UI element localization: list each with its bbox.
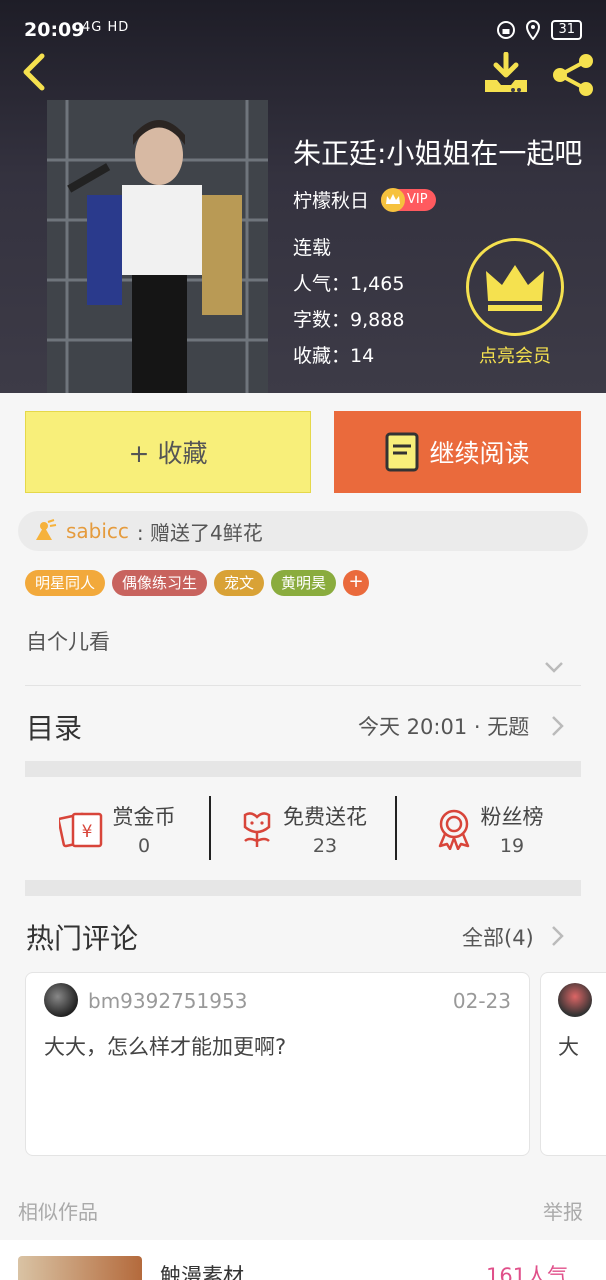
word-count-value: 9,888 (350, 309, 405, 331)
crown-icon (381, 187, 406, 212)
tag-list: 明星同人 偶像练习生 宠文 黄明昊 + (25, 570, 370, 596)
status-bar: 20:09 4G HD 31 (0, 0, 606, 44)
continue-reading-button[interactable]: 继续阅读 (334, 411, 581, 493)
free-flowers-button[interactable]: 免费送花 23 (211, 796, 395, 862)
serial-status: 连载 (293, 237, 332, 259)
vip-label: VIP (407, 192, 428, 207)
fan-ranking-label: 粉丝榜 (480, 805, 544, 829)
comment-username: bm9392751953 (88, 989, 248, 1013)
book-header: 20:09 4G HD 31 朱正廷:小姐姐在一起吧 柠檬秋日 VIP 连载 人… (0, 0, 606, 393)
gift-text: : 赠送了4鲜花 (136, 520, 263, 545)
flower-icon (243, 812, 271, 847)
popularity-label: 人气： (293, 273, 351, 295)
status-icons: 31 (497, 20, 582, 40)
medal-icon (438, 809, 469, 850)
chevron-right-icon[interactable] (550, 715, 564, 737)
reward-coins-button[interactable]: ¥ 赏金币 0 (25, 796, 209, 862)
comment-card[interactable]: bm9392751953 02-23 大大，怎么样才能加更啊? (25, 972, 530, 1156)
svg-text:¥: ¥ (81, 822, 92, 842)
similar-work-thumbnail (18, 1256, 142, 1280)
avatar[interactable] (558, 983, 592, 1017)
free-flowers-label: 免费送花 (283, 805, 367, 829)
fan-ranking-value: 19 (499, 835, 525, 857)
comment-date: 02-23 (452, 989, 511, 1013)
lock-icon (497, 21, 516, 39)
member-label: 点亮会员 (479, 346, 551, 367)
favorites-value: 14 (350, 345, 375, 367)
reward-coin-icon: ¥ (58, 812, 102, 848)
reward-coins-label: 赏金币 (112, 805, 176, 829)
section-divider (25, 761, 581, 777)
author-name[interactable]: 柠檬秋日 (293, 186, 369, 213)
location-icon (526, 20, 541, 40)
popularity-stat: 人气：1,465 (293, 269, 404, 296)
continue-reading-label: 继续阅读 (429, 439, 530, 468)
flower-gift-icon (36, 519, 57, 540)
battery-icon: 31 (551, 20, 582, 40)
hot-comments-title: 热门评论 (26, 922, 139, 955)
download-icon[interactable] (483, 52, 529, 96)
tag[interactable]: 偶像练习生 (112, 570, 208, 596)
tag[interactable]: 明星同人 (25, 570, 106, 596)
divider (25, 685, 581, 686)
similar-work-name: 触漫素材 (160, 1264, 244, 1280)
similar-work-popularity: 161人气 (486, 1264, 569, 1280)
reward-coins-text: 赏金币 0 (113, 801, 176, 857)
fan-ranking-text: 粉丝榜 19 (481, 801, 544, 857)
comment-body: 大大，怎么样才能加更啊? (44, 1035, 287, 1059)
section-divider (25, 880, 581, 896)
member-button[interactable]: 点亮会员 (466, 238, 566, 368)
add-tag-button[interactable]: + (343, 570, 370, 596)
crown-icon (486, 265, 544, 311)
toc-title: 目录 (26, 712, 83, 745)
gift-user[interactable]: sabicc (66, 519, 129, 543)
add-favorite-label: + 收藏 (128, 439, 208, 468)
chevron-right-icon[interactable] (550, 925, 564, 947)
back-icon[interactable] (16, 52, 52, 92)
status-time: 20:09 (24, 19, 85, 41)
avatar[interactable] (44, 983, 78, 1017)
add-favorite-button[interactable]: + 收藏 (25, 411, 311, 493)
favorites-label: 收藏： (293, 345, 351, 367)
word-count-label: 字数： (293, 309, 351, 331)
fan-ranking-button[interactable]: 粉丝榜 19 (397, 796, 581, 862)
network-indicator: 4G HD (82, 20, 130, 35)
all-comments-link[interactable]: 全部(4) (462, 922, 534, 952)
similar-works-title: 相似作品 (18, 1200, 98, 1224)
comment-body: 大 (558, 1035, 579, 1059)
share-icon[interactable] (550, 52, 596, 98)
popularity-value: 1,465 (350, 273, 405, 295)
book-detail-screen: 20:09 4G HD 31 朱正廷:小姐姐在一起吧 柠檬秋日 VIP 连载 人… (0, 0, 606, 1280)
similar-work-item[interactable]: 触漫素材 161人气 (0, 1240, 606, 1280)
member-circle (466, 238, 564, 336)
book-description: 自个儿看 (26, 630, 110, 654)
free-flowers-text: 免费送花 23 (283, 801, 367, 857)
reward-coins-value: 0 (137, 835, 151, 857)
chevron-down-icon[interactable] (544, 660, 564, 674)
free-flowers-value: 23 (312, 835, 338, 857)
gift-notice: sabicc : 赠送了4鲜花 (18, 511, 588, 551)
book-cover[interactable] (47, 100, 268, 393)
toc-latest-chapter[interactable]: 今天 20:01 · 无题 (358, 711, 529, 741)
tag[interactable]: 黄明昊 (271, 570, 337, 596)
favorites-stat: 收藏：14 (293, 341, 374, 368)
comment-card[interactable]: 大 (540, 972, 606, 1156)
cover-image (47, 100, 268, 393)
report-link[interactable]: 举报 (543, 1196, 583, 1225)
book-title: 朱正廷:小姐姐在一起吧 (293, 137, 583, 170)
tag[interactable]: 宠文 (214, 570, 265, 596)
vip-badge: VIP (381, 187, 436, 212)
book-icon (385, 432, 419, 472)
author-row: 柠檬秋日 VIP (293, 186, 436, 213)
word-count-stat: 字数：9,888 (293, 305, 404, 332)
stats-row: ¥ 赏金币 0 免费送花 23 粉丝榜 19 (25, 796, 581, 862)
